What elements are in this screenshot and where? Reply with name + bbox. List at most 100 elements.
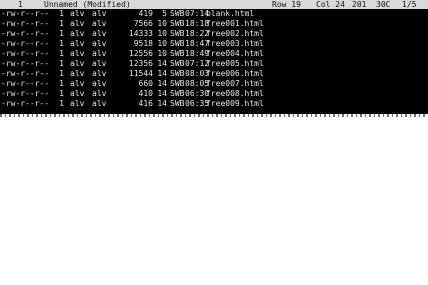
file-perm: -rw-r--r-- bbox=[1, 59, 50, 68]
file-perm: -rw-r--r-- bbox=[1, 9, 50, 18]
file-row[interactable]: -rw-r--r-- 1 alv alv 12356 14 SWB 07:12 free005.… bbox=[0, 59, 428, 68]
file-name: blank.html bbox=[206, 9, 255, 18]
file-owner: alv bbox=[70, 9, 85, 18]
file-month: 14 bbox=[157, 89, 167, 98]
file-size: 14333 bbox=[128, 29, 153, 38]
column-indicator: Col 24 bbox=[316, 0, 345, 9]
file-owner: alv bbox=[70, 59, 85, 68]
level-indicator: 1/5 bbox=[402, 0, 417, 9]
file-month: 10 bbox=[157, 19, 167, 28]
file-owner: alv bbox=[70, 69, 85, 78]
file-group: alv bbox=[92, 69, 107, 78]
file-perm: -rw-r--r-- bbox=[1, 39, 50, 48]
file-group: alv bbox=[92, 89, 107, 98]
file-name: free004.html bbox=[206, 49, 264, 58]
file-size: 12556 bbox=[128, 49, 153, 58]
file-group: alv bbox=[92, 79, 107, 88]
file-links: 1 bbox=[59, 19, 64, 28]
buffer-name: Unnamed (Modified) bbox=[44, 0, 131, 9]
file-month: 14 bbox=[157, 59, 167, 68]
file-group: alv bbox=[92, 59, 107, 68]
file-name: free002.html bbox=[206, 29, 264, 38]
terminal-window[interactable]: 1 Unnamed (Modified) Row 19 Col 24 201 3… bbox=[0, 0, 428, 114]
file-day: SWB bbox=[170, 9, 185, 18]
file-row[interactable]: -rw-r--r-- 1 alv alv 7566 10 SWB 18:18 free001.h… bbox=[0, 19, 428, 28]
file-perm: -rw-r--r-- bbox=[1, 19, 50, 28]
file-links: 1 bbox=[59, 79, 64, 88]
file-owner: alv bbox=[70, 79, 85, 88]
file-owner: alv bbox=[70, 99, 85, 108]
file-perm: -rw-r--r-- bbox=[1, 89, 50, 98]
file-day: SWB bbox=[170, 79, 185, 88]
file-month: 10 bbox=[157, 29, 167, 38]
file-day: SWB bbox=[170, 29, 185, 38]
file-day: SWB bbox=[170, 49, 185, 58]
file-links: 1 bbox=[59, 39, 64, 48]
window-number: 1 bbox=[18, 0, 23, 9]
file-month: 14 bbox=[157, 99, 167, 108]
file-group: alv bbox=[92, 99, 107, 108]
file-links: 1 bbox=[59, 99, 64, 108]
file-size: 12356 bbox=[128, 59, 153, 68]
file-row[interactable]: -rw-r--r-- 1 alv alv 9518 10 SWB 18:47 free003.h… bbox=[0, 39, 428, 48]
file-owner: alv bbox=[70, 89, 85, 98]
file-size: 11544 bbox=[128, 69, 153, 78]
file-size: 660 bbox=[138, 79, 153, 88]
file-owner: alv bbox=[70, 19, 85, 28]
file-day: SWB bbox=[170, 39, 185, 48]
file-row[interactable]: -rw-r--r-- 1 alv alv 14333 10 SWB 18:22 free002.… bbox=[0, 29, 428, 38]
file-day: SWB bbox=[170, 19, 185, 28]
file-perm: -rw-r--r-- bbox=[1, 49, 50, 58]
file-group: alv bbox=[92, 9, 107, 18]
file-group: alv bbox=[92, 29, 107, 38]
file-name: free006.html bbox=[206, 69, 264, 78]
file-name: free003.html bbox=[206, 39, 264, 48]
file-size: 416 bbox=[138, 99, 153, 108]
file-row[interactable]: -rw-r--r-- 1 alv alv 12556 10 SWB 18:49 free004.… bbox=[0, 49, 428, 58]
row-indicator: Row 19 bbox=[272, 0, 301, 9]
file-group: alv bbox=[92, 39, 107, 48]
file-row[interactable]: -rw-r--r-- 1 alv alv 410 14 SWB 06:30 free008.ht… bbox=[0, 89, 428, 98]
file-name: free005.html bbox=[206, 59, 264, 68]
file-day: SWB bbox=[170, 69, 185, 78]
file-links: 1 bbox=[59, 69, 64, 78]
file-group: alv bbox=[92, 49, 107, 58]
file-links: 1 bbox=[59, 29, 64, 38]
status-bar: 1 Unnamed (Modified) Row 19 Col 24 201 3… bbox=[0, 0, 428, 9]
file-row[interactable]: -rw-r--r-- 1 alv alv 11544 14 SWB 08:03 free006.… bbox=[0, 69, 428, 78]
file-size: 419 bbox=[138, 9, 153, 18]
file-links: 1 bbox=[59, 89, 64, 98]
file-name: free008.html bbox=[206, 89, 264, 98]
file-perm: -rw-r--r-- bbox=[1, 29, 50, 38]
file-owner: alv bbox=[70, 29, 85, 38]
file-perm: -rw-r--r-- bbox=[1, 79, 50, 88]
file-day: SWB bbox=[170, 89, 185, 98]
empty-area bbox=[0, 114, 428, 285]
file-links: 1 bbox=[59, 9, 64, 18]
file-size: 9518 bbox=[133, 39, 153, 48]
file-owner: alv bbox=[70, 39, 85, 48]
file-perm: -rw-r--r-- bbox=[1, 69, 50, 78]
file-name: free009.html bbox=[206, 99, 264, 108]
file-month: 5 bbox=[162, 9, 167, 18]
file-name: free007.html bbox=[206, 79, 264, 88]
render-artifact bbox=[0, 114, 428, 117]
file-day: SWB bbox=[170, 59, 185, 68]
file-name: free001.html bbox=[206, 19, 264, 28]
file-row[interactable]: -rw-r--r-- 1 alv alv 660 14 SWB 08:05 free007.ht… bbox=[0, 79, 428, 88]
file-month: 14 bbox=[157, 79, 167, 88]
file-month: 10 bbox=[157, 39, 167, 48]
file-row[interactable]: -rw-r--r-- 1 alv alv 419 5 SWB 07:14 blank.html bbox=[0, 9, 428, 18]
file-group: alv bbox=[92, 19, 107, 28]
file-month: 14 bbox=[157, 69, 167, 78]
file-row[interactable]: -rw-r--r-- 1 alv alv 416 14 SWB 06:35 free009.ht… bbox=[0, 99, 428, 108]
file-size: 7566 bbox=[133, 19, 153, 28]
file-owner: alv bbox=[70, 49, 85, 58]
file-links: 1 bbox=[59, 59, 64, 68]
hex-indicator: 30C bbox=[376, 0, 391, 9]
char-indicator: 201 bbox=[352, 0, 367, 9]
file-size: 410 bbox=[138, 89, 153, 98]
file-day: SWB bbox=[170, 99, 185, 108]
file-month: 10 bbox=[157, 49, 167, 58]
file-links: 1 bbox=[59, 49, 64, 58]
